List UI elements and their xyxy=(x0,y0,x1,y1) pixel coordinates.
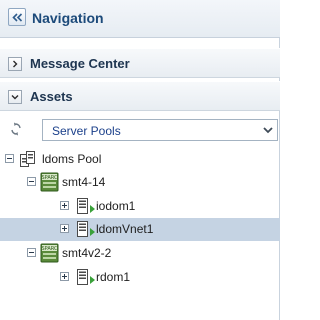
asset-view-select[interactable]: Server Pools xyxy=(42,119,278,141)
navigation-title: Navigation xyxy=(32,10,104,26)
message-center-section-header[interactable]: Message Center xyxy=(0,48,280,78)
collapse-node-toggle[interactable] xyxy=(5,154,14,163)
tree-node-guest-selected[interactable]: ldomVnet1 xyxy=(0,218,280,241)
tree-node-label: iodom1 xyxy=(96,199,136,213)
tree-node-label: rdom1 xyxy=(96,270,131,284)
assets-section-header[interactable]: Assets xyxy=(0,81,280,111)
svg-text:SPARC: SPARC xyxy=(41,175,58,181)
sparc-server-icon: SPARC xyxy=(40,172,59,192)
tree-node-server[interactable]: SPARC smt4v2-2 xyxy=(0,242,280,265)
tree-node-pool[interactable]: ldoms Pool xyxy=(0,148,280,171)
refresh-icon[interactable] xyxy=(10,122,24,136)
chevron-down-icon xyxy=(263,127,273,134)
logical-domain-icon xyxy=(77,269,88,285)
tree-node-server[interactable]: SPARC smt4-14 xyxy=(0,171,280,194)
collapse-node-toggle[interactable] xyxy=(27,248,36,257)
asset-view-select-value: Server Pools xyxy=(52,124,121,138)
logical-domain-icon xyxy=(77,198,88,214)
collapse-node-toggle[interactable] xyxy=(27,177,36,186)
sparc-server-icon: SPARC xyxy=(40,243,59,263)
navigation-panel: Navigation Message Center Assets Server … xyxy=(0,0,280,320)
server-pool-icon xyxy=(20,151,35,167)
select-dropdown-button[interactable] xyxy=(259,120,277,140)
running-status-icon xyxy=(90,205,95,213)
expand-toggle[interactable] xyxy=(8,57,22,71)
chevron-right-icon xyxy=(13,60,18,68)
tree-node-label: smt4v2-2 xyxy=(62,246,112,260)
logical-domain-icon xyxy=(77,221,88,237)
running-status-icon xyxy=(90,228,95,236)
tree-node-label: ldoms Pool xyxy=(42,152,102,166)
expand-node-toggle[interactable] xyxy=(60,201,69,210)
collapse-toggle[interactable] xyxy=(8,90,22,104)
tree-node-guest[interactable]: iodom1 xyxy=(0,195,280,218)
expand-node-toggle[interactable] xyxy=(60,272,69,281)
expand-node-toggle[interactable] xyxy=(60,224,69,233)
assets-title: Assets xyxy=(30,89,73,104)
navigation-header: Navigation xyxy=(0,0,280,38)
svg-text:SPARC: SPARC xyxy=(41,246,58,252)
collapse-panel-button[interactable] xyxy=(8,8,26,26)
message-center-title: Message Center xyxy=(30,56,130,71)
chevron-down-icon xyxy=(11,95,19,100)
assets-filter-row: Server Pools xyxy=(0,116,280,144)
tree-node-label: ldomVnet1 xyxy=(96,222,154,236)
double-chevron-left-icon xyxy=(12,13,23,22)
tree-node-label: smt4-14 xyxy=(62,175,106,189)
running-status-icon xyxy=(90,276,95,284)
tree-node-guest[interactable]: rdom1 xyxy=(0,266,280,289)
